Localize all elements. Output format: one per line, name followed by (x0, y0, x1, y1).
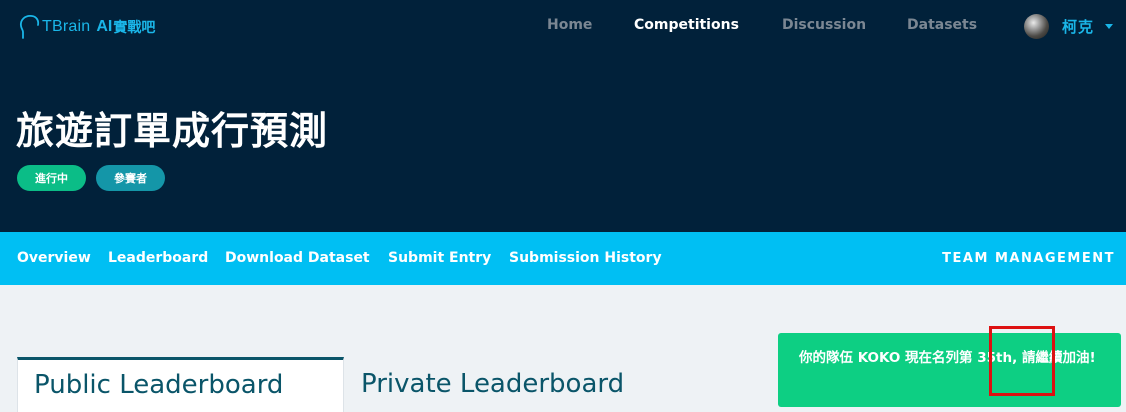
tab-team-management[interactable]: TEAM MANAGEMENT (942, 251, 1115, 266)
top-navbar: TBrain AI 實戰吧 Home Competitions Discussi… (0, 0, 1126, 54)
nav-home[interactable]: Home (547, 17, 592, 33)
nav-competitions[interactable]: Competitions (634, 17, 739, 33)
rank-notice-text: 你的隊伍 KOKO 現在名列第 35th, 請繼續加油! (799, 350, 1096, 366)
user-avatar[interactable] (1024, 14, 1049, 39)
tab-submit-entry[interactable]: Submit Entry (388, 250, 491, 266)
brain-head-icon (19, 14, 40, 39)
tab-private-leaderboard[interactable]: Private Leaderboard (361, 360, 624, 412)
nav-datasets[interactable]: Datasets (907, 17, 977, 33)
chevron-down-icon[interactable] (1105, 24, 1113, 29)
competition-title: 旅遊訂單成行預測 (16, 109, 329, 153)
tab-submission-history[interactable]: Submission History (509, 250, 662, 266)
competition-tabbar: Overview Leaderboard Download Dataset Su… (0, 232, 1126, 285)
competition-header: TBrain AI 實戰吧 Home Competitions Discussi… (0, 0, 1126, 232)
logo-tbrain-text: TBrain (42, 18, 91, 35)
tab-public-leaderboard[interactable]: Public Leaderboard (17, 357, 344, 412)
logo-chinese-text: 實戰吧 (113, 20, 156, 36)
status-badge: 進行中 (17, 165, 86, 191)
tab-leaderboard[interactable]: Leaderboard (108, 250, 208, 266)
nav-discussion[interactable]: Discussion (782, 17, 866, 33)
role-badge: 參賽者 (96, 165, 165, 191)
user-name-dropdown[interactable]: 柯克 (1062, 16, 1094, 37)
tbrain-logo[interactable]: TBrain AI 實戰吧 (18, 12, 155, 42)
logo-ai-text: AI (96, 18, 113, 35)
tab-download-dataset[interactable]: Download Dataset (225, 250, 370, 266)
tab-overview[interactable]: Overview (17, 250, 91, 266)
team-rank-notice: 你的隊伍 KOKO 現在名列第 35th, 請繼續加油! (778, 333, 1121, 407)
